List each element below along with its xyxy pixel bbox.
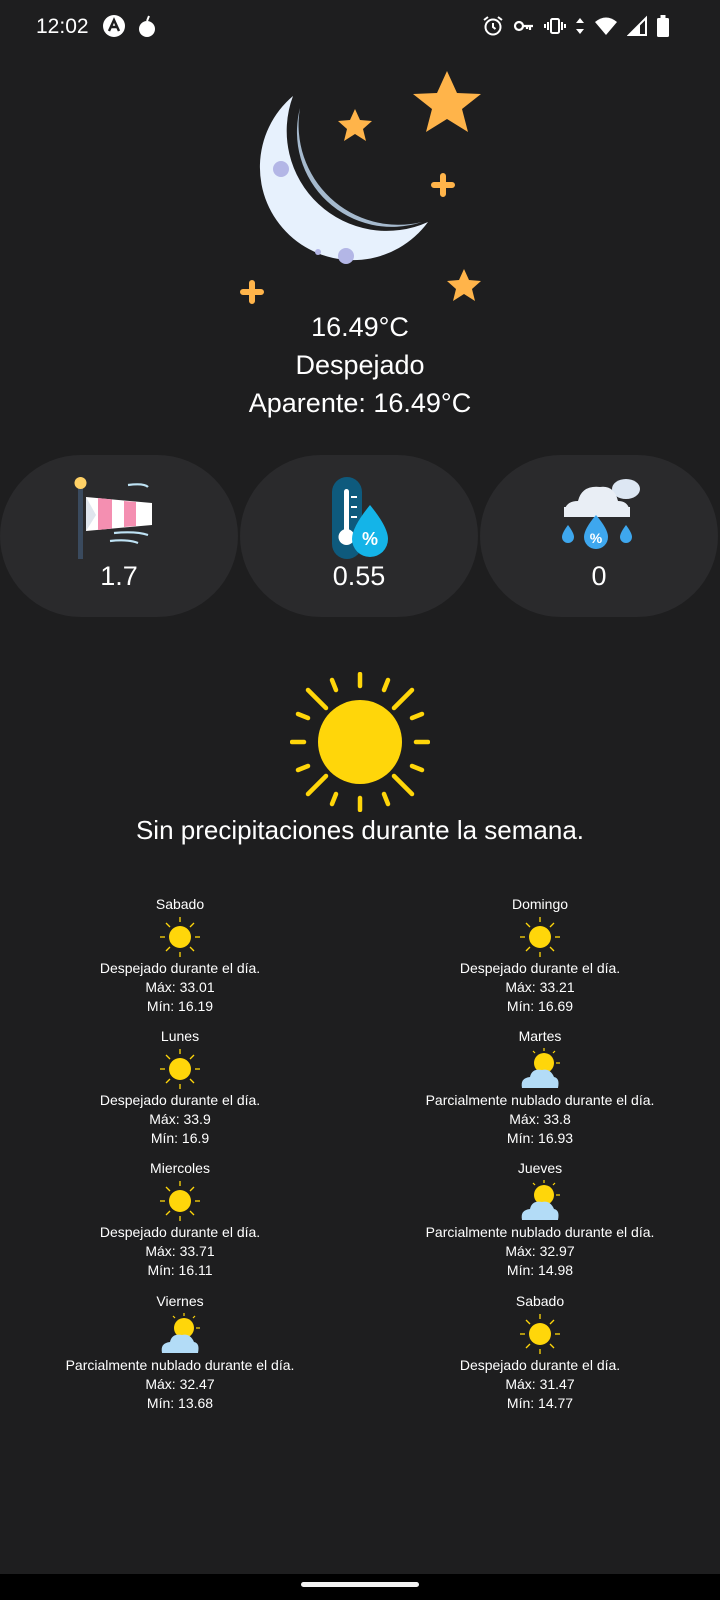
forecast-day-name: Martes	[518, 1028, 562, 1044]
wifi-icon	[595, 17, 617, 35]
current-description: Despejado	[295, 350, 425, 380]
vibrate-icon	[544, 18, 566, 34]
forecast-max: Máx: 31.47	[505, 1376, 575, 1392]
forecast-description: Despejado durante el día.	[99, 1092, 261, 1108]
bomb-icon	[139, 15, 155, 37]
precipitation-card: % 0	[480, 455, 718, 617]
signal-icon	[627, 15, 647, 36]
humidity-value: 0.55	[332, 561, 386, 591]
forecast-max: Máx: 33.71	[145, 1243, 215, 1259]
sun-icon	[160, 917, 200, 957]
precipitation-message: Sin precipitaciones durante la semana.	[135, 815, 585, 845]
status-time: 12:02	[36, 15, 89, 38]
forecast-day-name: Sabado	[155, 896, 205, 912]
forecast-max: Máx: 32.97	[505, 1243, 575, 1259]
sun-icon	[160, 1181, 200, 1221]
moon-stars-icon	[240, 71, 481, 304]
forecast-day-name: Miercoles	[150, 1160, 210, 1176]
forecast-max: Máx: 33.9	[149, 1111, 211, 1127]
battery-icon	[657, 15, 669, 37]
forecast-day-name: Domingo	[511, 896, 569, 912]
forecast-description: Despejado durante el día.	[99, 1224, 261, 1240]
forecast-description: Despejado durante el día.	[459, 960, 621, 976]
wind-value: 1.7	[100, 561, 138, 591]
forecast-day-name: Lunes	[160, 1028, 200, 1044]
forecast-max: Máx: 33.21	[505, 979, 575, 995]
alarm-icon	[483, 16, 503, 36]
svg-text:%: %	[362, 529, 378, 549]
forecast-day-7: Sabado Despejado durante el día. Máx: 31…	[360, 1292, 720, 1413]
forecast-description: Parcialmente nublado durante el día.	[425, 1224, 655, 1240]
forecast-day-name: Sabado	[515, 1293, 565, 1309]
forecast-min: Mín: 14.77	[506, 1395, 574, 1411]
forecast-min: Mín: 16.93	[506, 1130, 574, 1146]
forecast-max: Máx: 33.8	[509, 1111, 571, 1127]
forecast-day-6: Viernes Parcialmente nublado durante el …	[0, 1292, 360, 1413]
forecast-description: Parcialmente nublado durante el día.	[65, 1357, 295, 1373]
sun-icon	[520, 917, 560, 957]
app-a-icon	[103, 15, 125, 37]
forecast-description: Despejado durante el día.	[459, 1357, 621, 1373]
key-icon	[513, 20, 533, 32]
forecast-min: Mín: 16.69	[506, 998, 574, 1014]
current-feels-like: Aparente: 16.49°C	[248, 388, 472, 418]
humidity-thermometer-icon: %	[332, 477, 388, 559]
forecast-description: Despejado durante el día.	[99, 960, 261, 976]
partly-cloudy-icon	[161, 1313, 200, 1353]
forecast-min: Mín: 16.19	[146, 998, 214, 1014]
forecast-day-3: Martes Parcialmente nublado durante el d…	[360, 1027, 720, 1148]
forecast-description: Parcialmente nublado durante el día.	[425, 1092, 655, 1108]
forecast-min: Mín: 14.98	[506, 1262, 574, 1278]
wind-card: 1.7	[0, 455, 238, 617]
sun-icon	[520, 1314, 560, 1354]
forecast-day-2: Lunes Despejado durante el día. Máx: 33.…	[0, 1027, 360, 1148]
sun-icon	[290, 672, 430, 812]
sun-icon	[160, 1049, 200, 1089]
partly-cloudy-icon	[521, 1180, 560, 1220]
navigation-bar	[0, 1574, 720, 1600]
status-bar: 12:02	[0, 0, 720, 52]
home-gesture-handle[interactable]	[301, 1582, 419, 1587]
forecast-min: Mín: 16.11	[147, 1262, 213, 1278]
forecast-min: Mín: 13.68	[146, 1395, 214, 1411]
forecast-min: Mín: 16.9	[150, 1130, 210, 1146]
forecast-day-1: Domingo Despejado durante el día. Máx: 3…	[360, 895, 720, 1016]
windsock-icon	[74, 477, 152, 559]
forecast-day-4: Miercoles Despejado durante el día. Máx:…	[0, 1159, 360, 1280]
forecast-max: Máx: 33.01	[145, 979, 215, 995]
current-temperature: 16.49°C	[311, 312, 409, 342]
humidity-card: % 0.55	[240, 455, 478, 617]
forecast-max: Máx: 32.47	[145, 1376, 215, 1392]
forecast-day-5: Jueves Parcialmente nublado durante el d…	[360, 1159, 720, 1280]
forecast-day-0: Sabado Despejado durante el día. Máx: 33…	[0, 895, 360, 1016]
svg-text:%: %	[590, 530, 603, 546]
forecast-day-name: Jueves	[517, 1160, 563, 1176]
partly-cloudy-icon	[521, 1048, 560, 1088]
forecast-day-name: Viernes	[156, 1293, 204, 1309]
precipitation-value: 0	[591, 561, 607, 591]
rain-cloud-icon: %	[562, 479, 640, 549]
data-arrows-icon	[576, 18, 584, 34]
